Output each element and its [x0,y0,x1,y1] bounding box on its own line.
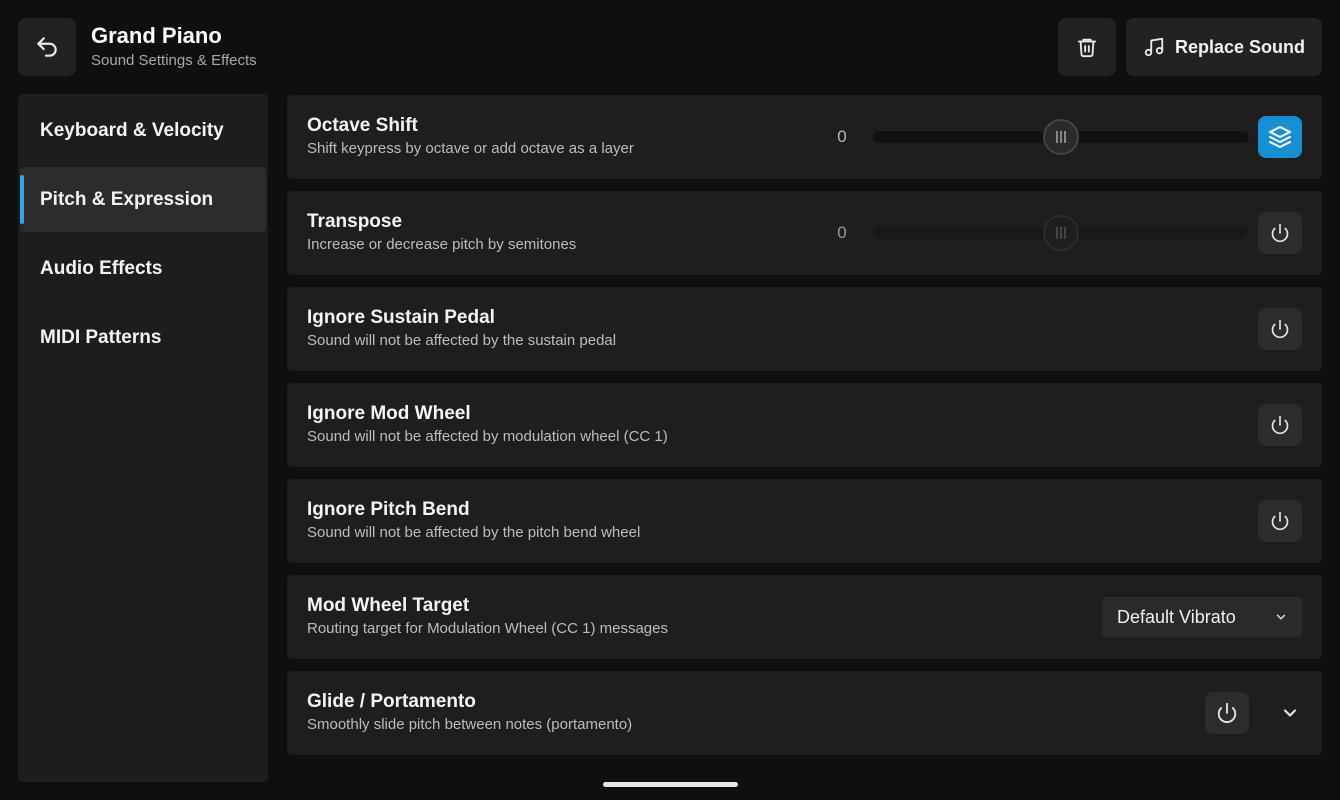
title-block: Grand Piano Sound Settings & Effects [91,22,257,69]
back-button[interactable] [18,18,76,76]
ignore-mod-power-toggle[interactable] [1258,404,1302,446]
mod-target-title: Mod Wheel Target [307,595,470,616]
sidebar-item-label: MIDI Patterns [40,326,162,348]
glide-power-toggle[interactable] [1205,692,1249,734]
settings-list: Octave Shift Shift keypress by octave or… [287,95,1322,767]
glide-desc: Smoothly slide pitch between notes (port… [307,716,633,733]
octave-shift-slider-thumb[interactable] [1043,119,1079,155]
page-subtitle: Sound Settings & Effects [91,52,257,69]
home-indicator[interactable] [603,782,738,787]
undo-arrow-icon [37,37,57,57]
octave-shift-title: Octave Shift [307,115,418,136]
power-icon [1271,223,1289,243]
transpose-row: Transpose Increase or decrease pitch by … [287,191,1322,275]
transpose-slider-thumb[interactable] [1043,215,1079,251]
sidebar-item-keyboard-velocity[interactable]: Keyboard & Velocity [20,98,266,163]
ignore-pitch-title: Ignore Pitch Bend [307,499,470,520]
sidebar-item-midi-patterns[interactable]: MIDI Patterns [20,305,266,370]
mod-target-select[interactable]: Default Vibrato [1102,597,1302,637]
header: Grand Piano Sound Settings & Effects Rep… [18,18,1322,76]
sidebar-item-label: Pitch & Expression [40,188,214,210]
glide-title: Glide / Portamento [307,691,476,712]
ignore-pitch-row: Ignore Pitch Bend Sound will not be affe… [287,479,1322,563]
ignore-mod-title: Ignore Mod Wheel [307,403,471,424]
ignore-sustain-row: Ignore Sustain Pedal Sound will not be a… [287,287,1322,371]
transpose-title: Transpose [307,211,403,232]
power-icon [1271,319,1289,339]
power-icon [1271,415,1289,435]
glide-expand-button[interactable] [1278,701,1302,725]
layers-icon [1269,126,1291,148]
mod-target-selected-value: Default Vibrato [1117,606,1236,627]
transpose-slider[interactable] [873,215,1249,251]
ignore-pitch-desc: Sound will not be affected by the pitch … [307,524,641,541]
power-icon [1271,511,1289,531]
sidebar-item-label: Audio Effects [40,257,163,279]
glide-row: Glide / Portamento Smoothly slide pitch … [287,671,1322,755]
octave-shift-value: 0 [837,127,847,146]
replace-sound-button[interactable]: Replace Sound [1126,18,1322,76]
trash-icon [1077,38,1097,58]
ignore-sustain-title: Ignore Sustain Pedal [307,307,495,328]
sidebar-item-pitch-expression[interactable]: Pitch & Expression [20,167,266,232]
octave-shift-desc: Shift keypress by octave or add octave a… [307,140,634,157]
mod-target-row: Mod Wheel Target Routing target for Modu… [287,575,1322,659]
octave-shift-slider[interactable] [873,119,1249,155]
power-icon [1217,702,1237,723]
sidebar-item-label: Keyboard & Velocity [40,119,224,141]
ignore-sustain-desc: Sound will not be affected by the sustai… [307,332,617,349]
ignore-mod-desc: Sound will not be affected by modulation… [307,428,668,445]
delete-button[interactable] [1058,18,1116,76]
mod-target-desc: Routing target for Modulation Wheel (CC … [307,620,668,637]
sidebar: Keyboard & Velocity Pitch & Expression A… [18,94,268,782]
sidebar-item-audio-effects[interactable]: Audio Effects [20,236,266,301]
ignore-mod-row: Ignore Mod Wheel Sound will not be affec… [287,383,1322,467]
transpose-value: 0 [837,223,847,242]
ignore-pitch-power-toggle[interactable] [1258,500,1302,542]
chevron-down-icon [1283,709,1297,717]
octave-layer-button[interactable] [1258,116,1302,158]
transpose-power-toggle[interactable] [1258,212,1302,254]
music-note-icon [1144,37,1164,57]
replace-sound-label: Replace Sound [1174,36,1306,57]
ignore-sustain-power-toggle[interactable] [1258,308,1302,350]
transpose-desc: Increase or decrease pitch by semitones [307,236,577,253]
page-title: Grand Piano [91,23,222,48]
octave-shift-row: Octave Shift Shift keypress by octave or… [287,95,1322,179]
chevron-down-icon [1276,614,1286,620]
